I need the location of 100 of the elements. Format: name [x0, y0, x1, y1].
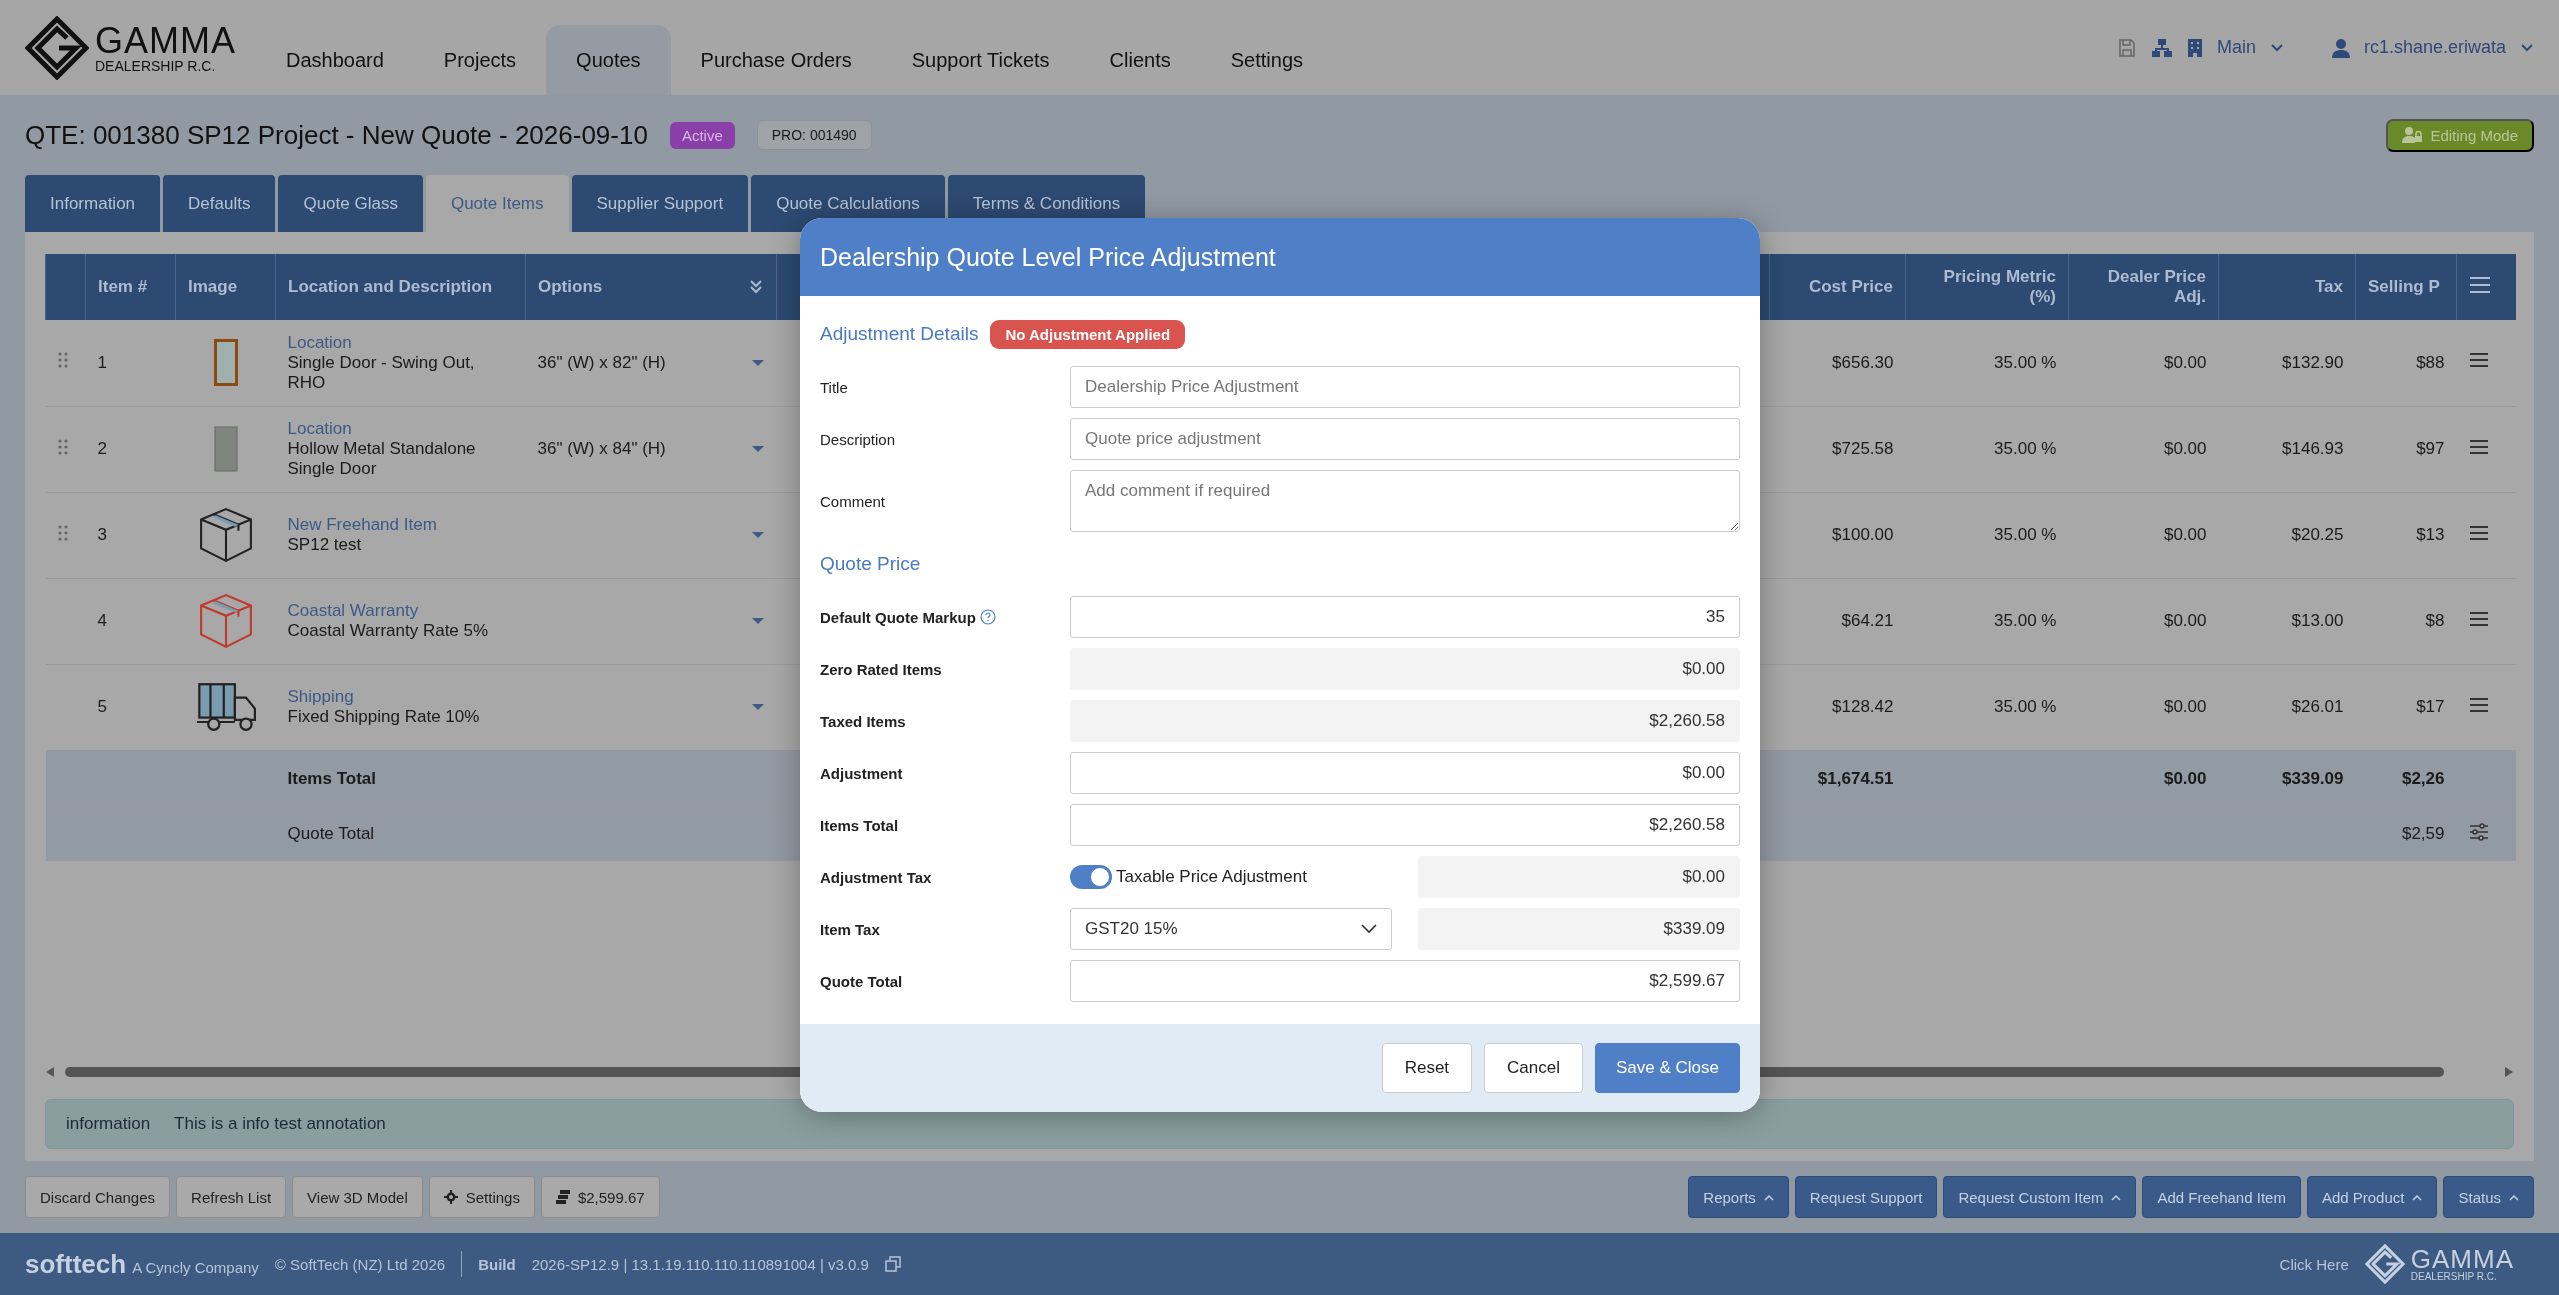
- column-header[interactable]: Cost Price: [1769, 254, 1906, 320]
- table-cell: $26.01: [2218, 664, 2356, 750]
- caret-down-icon[interactable]: [750, 617, 765, 625]
- tab[interactable]: Information: [25, 175, 161, 232]
- sliders-icon[interactable]: [2468, 822, 2489, 841]
- read-only-field[interactable]: $339.09: [1418, 908, 1740, 950]
- network-icon[interactable]: [2150, 37, 2173, 58]
- save-button[interactable]: Save & Close: [1595, 1043, 1740, 1093]
- toolbar-button[interactable]: Request Support: [1794, 1176, 1938, 1218]
- menu-icon[interactable]: [2468, 696, 2489, 713]
- scroll-left-icon[interactable]: [45, 1066, 55, 1078]
- copy-icon[interactable]: [884, 1256, 901, 1272]
- input-field[interactable]: Quote price adjustment: [1070, 418, 1740, 460]
- column-header[interactable]: Location and Description: [275, 254, 526, 320]
- caret-down-icon[interactable]: [750, 531, 765, 539]
- chevron-down-icon: [1361, 924, 1377, 934]
- caret-down-icon[interactable]: [750, 703, 765, 711]
- dialog-button[interactable]: Cancel: [1484, 1043, 1583, 1093]
- nav-link[interactable]: Projects: [413, 25, 547, 95]
- nav-link[interactable]: Settings: [1200, 25, 1333, 95]
- scroll-right-icon[interactable]: [2504, 1066, 2514, 1078]
- toolbar-button[interactable]: Status: [2443, 1176, 2534, 1218]
- toggle-switch[interactable]: [1070, 865, 1112, 889]
- column-header[interactable]: Selling P: [2355, 254, 2457, 320]
- item-description: Single Door - Swing Out, RHO: [287, 352, 476, 393]
- read-only-field[interactable]: $0.00: [1070, 648, 1740, 690]
- toolbar-button[interactable]: Add Freehand Item: [2142, 1176, 2301, 1218]
- text-area[interactable]: Add comment if required: [1070, 470, 1740, 532]
- branch-selector[interactable]: Main: [2216, 37, 2256, 58]
- input-field[interactable]: $0.00: [1070, 752, 1740, 794]
- field-label: Taxed Items: [820, 712, 906, 730]
- menu-icon[interactable]: [2468, 352, 2489, 369]
- column-header[interactable]: Tax: [2218, 254, 2356, 320]
- table-cell: $88: [2355, 320, 2457, 406]
- table-cell: $100.00: [1769, 492, 1906, 578]
- help-icon[interactable]: [979, 609, 996, 625]
- location-link[interactable]: Shipping: [287, 687, 514, 707]
- menu-icon[interactable]: [2468, 524, 2489, 541]
- chevron-down-icon[interactable]: [2520, 42, 2534, 53]
- menu-icon[interactable]: [2469, 275, 2491, 294]
- location-link[interactable]: Coastal Warranty: [287, 601, 514, 621]
- footer-link[interactable]: Click Here: [2279, 1255, 2349, 1273]
- table-cell: 2: [85, 406, 176, 492]
- brand-tagline: A Cyncly Company: [132, 1258, 259, 1276]
- item-description: Coastal Warranty Rate 5%: [287, 621, 490, 641]
- location-link[interactable]: New Freehand Item: [287, 515, 514, 535]
- nav-link[interactable]: Dashboard: [256, 25, 414, 95]
- field-label: Default Quote Markup: [820, 608, 976, 626]
- logo-name: GAMMA: [2410, 1246, 2514, 1272]
- dialog-button[interactable]: Reset: [1381, 1043, 1473, 1093]
- location-link[interactable]: Location: [287, 419, 514, 439]
- section-heading: Quote Price: [820, 553, 921, 575]
- toolbar-button[interactable]: Discard Changes: [25, 1176, 171, 1218]
- building-icon[interactable]: [2186, 37, 2203, 58]
- caret-down-icon[interactable]: [750, 358, 765, 367]
- toolbar-button[interactable]: Add Product: [2306, 1176, 2438, 1218]
- dropdown[interactable]: GST20 15%: [1070, 908, 1392, 950]
- total-label: Items Total: [275, 750, 526, 808]
- column-header[interactable]: Image: [175, 254, 276, 320]
- tab[interactable]: Supplier Support: [571, 175, 749, 232]
- nav-link[interactable]: Purchase Orders: [670, 25, 882, 95]
- column-header[interactable]: Options: [538, 277, 603, 297]
- menu-icon[interactable]: [2468, 438, 2489, 455]
- field-label: Title: [820, 378, 849, 396]
- tab[interactable]: Quote Glass: [278, 175, 423, 232]
- toolbar-button[interactable]: Refresh List: [176, 1176, 287, 1218]
- location-link[interactable]: Location: [287, 332, 514, 353]
- toolbar-button[interactable]: $2,599.67: [540, 1176, 660, 1218]
- column-header[interactable]: Pricing Metric (%): [1905, 254, 2069, 320]
- input-field[interactable]: Dealership Price Adjustment: [1070, 366, 1740, 408]
- user-menu[interactable]: rc1.shane.eriwata: [2363, 37, 2506, 58]
- table-cell: $0.00: [2068, 320, 2219, 406]
- nav-link[interactable]: Quotes: [546, 25, 671, 95]
- chevron-down-icon[interactable]: [2269, 42, 2284, 53]
- caret-down-icon[interactable]: [750, 445, 765, 453]
- drag-handle-icon[interactable]: [57, 438, 68, 455]
- read-only-field[interactable]: $0.00: [1418, 856, 1740, 898]
- drag-handle-icon[interactable]: [57, 352, 68, 369]
- user-icon[interactable]: [2331, 37, 2350, 58]
- save-icon[interactable]: [2116, 37, 2137, 58]
- read-only-field[interactable]: $2,260.58: [1070, 700, 1740, 742]
- drag-handle-icon[interactable]: [57, 524, 68, 541]
- toolbar-button[interactable]: Reports: [1688, 1176, 1789, 1218]
- toolbar-button[interactable]: Settings: [428, 1176, 535, 1218]
- nav-link[interactable]: Clients: [1079, 25, 1201, 95]
- input-field[interactable]: 35: [1070, 596, 1740, 638]
- toggle-label: Taxable Price Adjustment: [1116, 867, 1307, 887]
- column-header[interactable]: Item #: [85, 254, 176, 320]
- double-chevron-down-icon[interactable]: [748, 279, 764, 295]
- tab[interactable]: Quote Items: [425, 175, 569, 232]
- table-cell: $17: [2355, 664, 2457, 750]
- input-field[interactable]: $2,260.58: [1070, 804, 1740, 846]
- input-field[interactable]: $2,599.67: [1070, 960, 1740, 1002]
- menu-icon[interactable]: [2468, 610, 2489, 627]
- tab[interactable]: Defaults: [163, 175, 276, 232]
- toolbar-button[interactable]: View 3D Model: [292, 1176, 423, 1218]
- column-header[interactable]: Dealer Price Adj.: [2068, 254, 2219, 320]
- build-label: Build: [478, 1255, 516, 1273]
- nav-link[interactable]: Support Tickets: [881, 25, 1080, 95]
- toolbar-button[interactable]: Request Custom Item: [1943, 1176, 2137, 1218]
